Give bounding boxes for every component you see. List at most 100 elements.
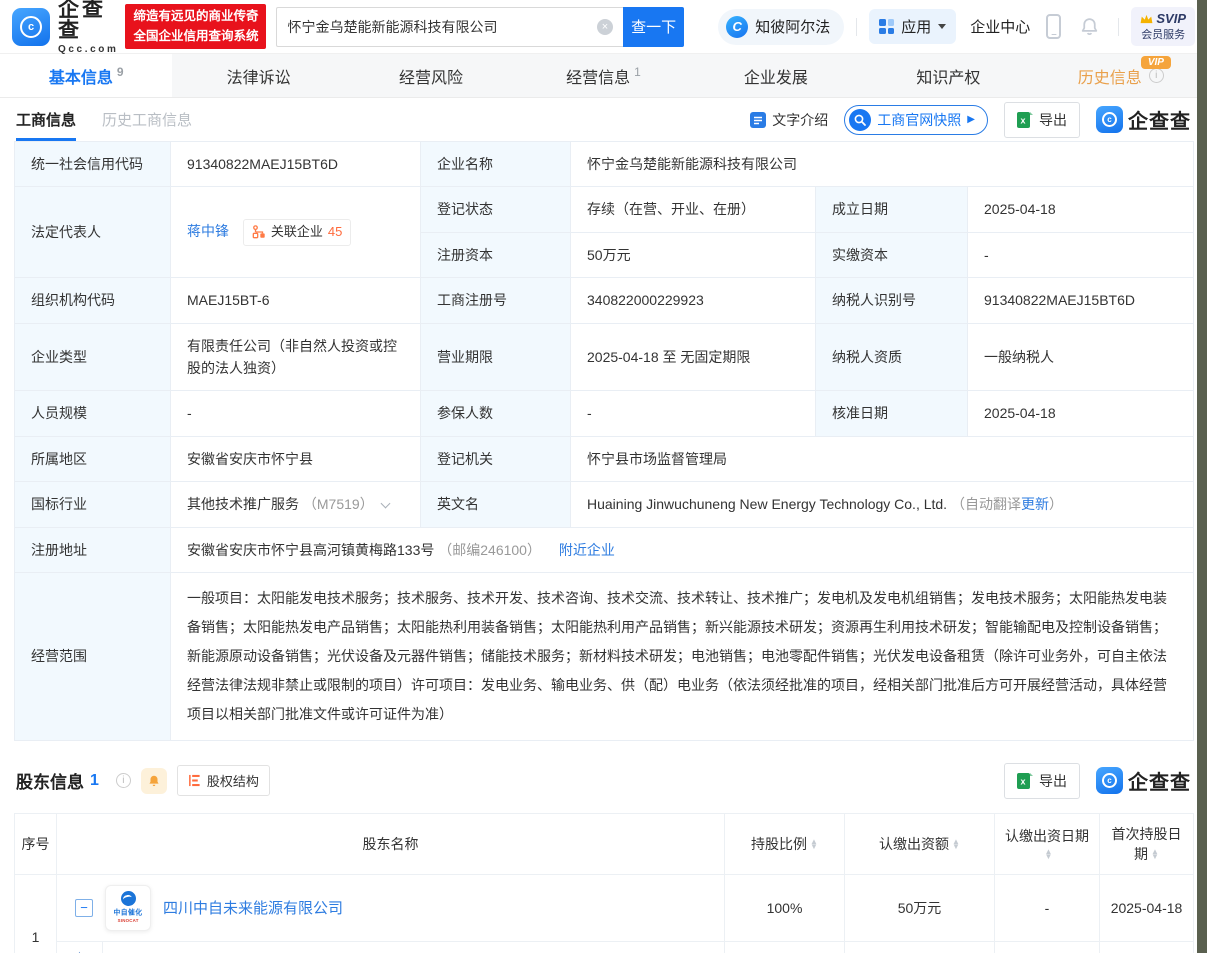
address-label: 注册地址 (14, 526, 171, 573)
legal-rep-label: 法定代表人 (14, 186, 171, 279)
taxpayer-quality-label: 纳税人资质 (815, 322, 968, 392)
zhibi-alpha-label: 知彼阿尔法 (755, 19, 831, 36)
sort-icon[interactable]: ▲ ▼ (810, 838, 818, 850)
subtab-business-info[interactable]: 工商信息 (16, 98, 77, 141)
sort-icon[interactable]: ▲ ▼ (1151, 848, 1159, 860)
related-companies-count: 45 (327, 223, 343, 239)
notification-bell-icon[interactable] (1079, 16, 1100, 37)
main-tabs: 基本信息 9 法律诉讼 经营风险 经营信息 1 企业发展 知识产权 VIP 历史信息… (0, 53, 1207, 98)
monitor-bell-button[interactable] (140, 767, 167, 794)
col-shareholder-name: 股东名称 (56, 812, 725, 875)
qcc-logo-icon: c (12, 7, 50, 46)
establish-date-value: 2025-04-18 (967, 186, 1194, 233)
tab-enterprise-development[interactable]: 企业发展 (690, 54, 862, 97)
secondary-shareholder-tag: ▲ 二级 股东 (57, 941, 103, 953)
legal-rep-link[interactable]: 蒋中锋 (187, 223, 229, 239)
zhibi-alpha-link[interactable]: C 知彼阿尔法 (718, 8, 845, 45)
search-button[interactable]: 查一下 (622, 6, 685, 47)
industry-cell: 其他技术推广服务 （M7519） (170, 481, 421, 528)
apps-grid-icon (879, 19, 895, 34)
export-label: 导出 (1039, 772, 1067, 789)
paid-capital-value: - (967, 231, 1194, 279)
search-input[interactable] (287, 18, 597, 35)
industry-label: 国标行业 (14, 481, 171, 528)
tab-operation-info[interactable]: 经营信息 1 (517, 54, 689, 97)
bell-icon (149, 775, 159, 786)
official-snapshot-button[interactable]: 工商官网快照 ▶ (844, 104, 988, 135)
tab-basic-info[interactable]: 基本信息 9 (0, 54, 173, 97)
reg-capital-label: 注册资本 (420, 231, 571, 279)
tab-legal-litigation[interactable]: 法律诉讼 (172, 54, 344, 97)
tab-label: 经营信息 (566, 69, 631, 87)
svip-sublabel: 会员服务 (1141, 28, 1186, 41)
chevron-down-icon[interactable] (380, 498, 391, 509)
credit-code-value: 91340822MAEJ15BT6D (170, 140, 421, 188)
text-intro-button[interactable]: 文字介绍 (750, 110, 828, 130)
reg-number-value: 340822000229923 (570, 277, 816, 324)
auto-translate-note: （自动翻译 (950, 496, 1021, 513)
first-holding-date (1099, 940, 1194, 953)
english-name-cell: Huaining Jinwuchuneng New Energy Technol… (570, 481, 1194, 528)
shareholder-row: 1 − 中自催化 SINOCAT 四川中自未来能源有限公司 100% 50万元 … (14, 873, 1194, 953)
qcc-watermark-logo: c 企查查 (1096, 766, 1191, 795)
authority-label: 登记机关 (420, 435, 571, 483)
business-scope-label: 经营范围 (14, 571, 171, 741)
tab-count: 1 (634, 64, 641, 79)
camera-search-icon (849, 108, 872, 131)
search-box: × (276, 6, 623, 47)
export-button[interactable]: x 导出 (1004, 762, 1080, 799)
svip-member-service[interactable]: SVIP 会员服务 (1131, 6, 1195, 47)
staff-size-label: 人员规模 (14, 390, 171, 437)
info-icon[interactable]: i (1148, 68, 1164, 83)
browser-scrollbar[interactable] (1197, 0, 1207, 953)
sinocat-logo-icon (120, 890, 136, 906)
taxpayer-id-label: 纳税人识别号 (815, 277, 968, 324)
holding-ratio: 100% (724, 940, 845, 953)
tab-history-info[interactable]: VIP 历史信息 i (1035, 54, 1207, 97)
sort-icon[interactable]: ▲ ▼ (952, 838, 960, 850)
nearby-companies-link[interactable]: 附近企业 (559, 542, 615, 558)
enterprise-center-link[interactable]: 企业中心 (970, 16, 1030, 37)
credit-code-label: 统一社会信用代码 (14, 140, 171, 188)
apps-menu[interactable]: 应用 (869, 9, 957, 44)
collapse-triangle-icon[interactable]: ▲ (75, 948, 84, 953)
info-icon[interactable]: i (115, 773, 131, 789)
equity-structure-button[interactable]: 股权结构 (176, 765, 270, 797)
collapse-button[interactable]: − (75, 898, 93, 917)
taxpayer-id-value: 91340822MAEJ15BT6D (967, 277, 1194, 324)
reg-capital-value: 50万元 (570, 231, 816, 279)
sort-icon[interactable]: ▲ ▼ (1045, 848, 1053, 860)
tab-intellectual-property[interactable]: 知识产权 (862, 54, 1034, 97)
tab-label: 历史信息 (1077, 69, 1142, 87)
subtab-history-business-info[interactable]: 历史工商信息 (102, 109, 192, 130)
export-button[interactable]: x 导出 (1004, 101, 1080, 138)
sinocat-company-logo: 中自催化 SINOCAT (105, 884, 151, 931)
tab-label: 基本信息 (48, 69, 113, 87)
company-name-label: 企业名称 (420, 140, 571, 188)
qcc-home-link[interactable]: c 企查查 Qcc.com (12, 0, 121, 55)
shareholders-header: 股东信息 1 i 股权结构 x 导出 c 企查查 (16, 762, 1191, 799)
related-companies-label: 关联企业 (270, 223, 323, 239)
translate-update-link[interactable]: 更新 (1021, 496, 1049, 512)
mobile-app-icon[interactable] (1046, 14, 1062, 39)
slogan-line2: 全国企业信用查询系统 (133, 28, 259, 43)
english-name-value: Huaining Jinwuchuneng New Energy Technol… (587, 496, 948, 513)
col-serial: 序号 (14, 812, 57, 875)
industry-value: 其他技术推广服务 (187, 496, 299, 513)
shareholders-count: 1 (90, 771, 99, 789)
divider (1118, 17, 1120, 36)
clear-search-icon[interactable]: × (596, 18, 613, 35)
shareholder-name-link[interactable]: 四川中自未来能源有限公司 (163, 897, 343, 918)
related-companies-badge[interactable]: 关联企业 45 (242, 218, 352, 246)
first-holding-date: 2025-04-18 (1099, 873, 1194, 942)
tab-operation-risk[interactable]: 经营风险 (345, 54, 517, 97)
company-type-value: 有限责任公司（非自然人投资或控股的法人独资） (170, 322, 421, 392)
qcc-logo-icon: c (1096, 767, 1123, 795)
divider (856, 17, 858, 36)
col-holding-ratio: 持股比例 ▲ ▼ (724, 812, 845, 875)
slogan-line1: 缔造有远见的商业传奇 (133, 9, 259, 24)
reg-status-value: 存续（在营、开业、在册） (570, 186, 816, 233)
tab-label: 法律诉讼 (226, 69, 291, 87)
approval-date-value: 2025-04-18 (967, 390, 1194, 437)
reg-status-label: 登记状态 (420, 186, 571, 233)
